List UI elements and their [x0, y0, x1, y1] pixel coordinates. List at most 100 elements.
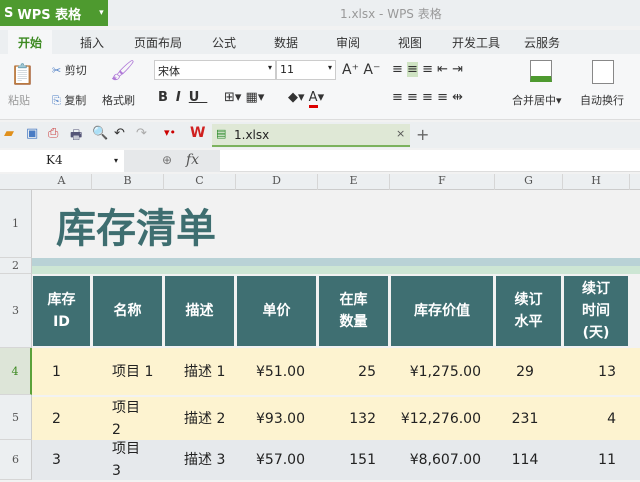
tab-0[interactable]: 开始	[8, 30, 53, 54]
column-header-D[interactable]: D	[236, 174, 318, 190]
table-cell[interactable]: 2	[52, 397, 92, 440]
chevron-down-icon: ▾	[99, 8, 104, 18]
merge-center-button[interactable]: 合并居中▾	[512, 92, 562, 108]
format-painter-button[interactable]: 格式刷	[102, 92, 135, 108]
table-cell[interactable]: ¥12,276.00	[396, 397, 481, 440]
wps-w-icon[interactable]: W	[190, 125, 205, 141]
column-headers: ABCDEFGH	[0, 174, 640, 190]
table-cell[interactable]: ¥1,275.00	[396, 348, 481, 395]
customize-icon[interactable]: ▾•	[164, 126, 176, 139]
copy-button[interactable]: ⎘ 复制	[52, 92, 86, 108]
print-icon[interactable]: 🖶	[70, 126, 82, 148]
table-cell[interactable]: 4	[569, 397, 616, 440]
row-header-3[interactable]: 3	[0, 274, 32, 348]
tab-1[interactable]: 插入	[80, 34, 104, 51]
open-icon[interactable]: ▰	[4, 126, 14, 141]
tab-3[interactable]: 公式	[212, 34, 236, 51]
row-header-1[interactable]: 1	[0, 190, 32, 258]
column-header-H[interactable]: H	[563, 174, 630, 190]
decor-band	[32, 258, 640, 266]
table-cell[interactable]: ¥8,607.00	[396, 440, 481, 480]
app-menu-button[interactable]: S WPS 表格 ▾	[0, 0, 108, 26]
table-header-cell[interactable]: 库存价值	[391, 276, 493, 346]
redo-icon[interactable]: ↷	[136, 126, 147, 141]
row-header-5[interactable]: 5	[0, 395, 32, 440]
table-cell[interactable]: 3	[52, 440, 92, 480]
table-cell[interactable]: 描述 2	[184, 397, 236, 440]
table-header-cell[interactable]: 库存 ID	[33, 276, 90, 346]
file-tab[interactable]: ▤ 1.xlsx ×	[212, 124, 410, 147]
table-cell[interactable]: 231	[501, 397, 549, 440]
column-header-E[interactable]: E	[318, 174, 390, 190]
name-box[interactable]: K4 ▾	[0, 150, 124, 172]
bold-italic-underline-buttons[interactable]: BIU	[158, 90, 207, 105]
column-header-B[interactable]: B	[92, 174, 164, 190]
fx-button[interactable]: fx	[186, 152, 199, 168]
tab-5[interactable]: 审阅	[336, 34, 360, 51]
table-cell[interactable]: 29	[501, 348, 549, 395]
table-cell[interactable]: 151	[324, 440, 376, 480]
tab-4[interactable]: 数据	[274, 34, 298, 51]
table-cell[interactable]: 描述 1	[184, 348, 236, 395]
table-cell[interactable]: 13	[569, 348, 616, 395]
table-cell[interactable]: ¥93.00	[256, 397, 318, 440]
decor-band	[32, 266, 640, 274]
table-cell[interactable]: 项目 3	[112, 440, 164, 480]
copy-icon: ⎘	[52, 94, 61, 107]
table-cell[interactable]: 1	[52, 348, 92, 395]
tab-8[interactable]: 云服务	[524, 34, 560, 51]
table-cell[interactable]: 描述 3	[184, 440, 236, 480]
table-cell[interactable]: ¥51.00	[256, 348, 318, 395]
table-row: 2 项目 2 描述 2 ¥93.00 132 ¥12,276.00 231 4	[32, 397, 640, 440]
table-row: 3 项目 3 描述 3 ¥57.00 151 ¥8,607.00 114 11	[32, 440, 640, 480]
new-tab-icon[interactable]: +	[416, 125, 429, 144]
table-cell[interactable]: 11	[569, 440, 616, 480]
column-header-A[interactable]: A	[32, 174, 92, 190]
table-cell[interactable]: 项目 1	[112, 348, 164, 395]
table-row: 1 项目 1 描述 1 ¥51.00 25 ¥1,275.00 29 13	[32, 348, 640, 395]
export-pdf-icon[interactable]: ⎙	[48, 126, 58, 141]
search-function-icon[interactable]: ⊕	[162, 153, 172, 167]
table-cell[interactable]: 项目 2	[112, 397, 164, 440]
save-icon[interactable]: ▣	[26, 126, 38, 141]
font-size-select[interactable]: 11 ▾	[276, 60, 336, 80]
scissors-icon: ✂	[52, 64, 62, 77]
paste-button[interactable]: 粘贴	[8, 92, 30, 108]
grow-font-icon[interactable]: A⁺ A⁻	[342, 62, 380, 78]
print-preview-icon[interactable]: 🔍	[92, 126, 108, 141]
tab-7[interactable]: 开发工具	[452, 34, 500, 51]
align-horizontal-icons[interactable]: ≡ ≡ ≡ ≡ ⇹	[392, 90, 463, 105]
row-header-6[interactable]: 6	[0, 440, 32, 480]
paste-icon[interactable]: 📋	[10, 62, 35, 86]
column-header-C[interactable]: C	[164, 174, 236, 190]
table-header-cell[interactable]: 名称	[93, 276, 162, 346]
table-cell[interactable]: ¥57.00	[256, 440, 318, 480]
table-header-cell[interactable]: 在库 数量	[319, 276, 388, 346]
table-header-cell[interactable]: 单价	[237, 276, 316, 346]
undo-icon[interactable]: ↶	[114, 126, 125, 141]
align-vertical-icons[interactable]: ≡ ≡ ≡ ⇤ ⇥	[392, 62, 463, 77]
brush-icon: 🖌	[110, 58, 136, 82]
tab-6[interactable]: 视图	[398, 34, 422, 51]
table-cell[interactable]: 114	[501, 440, 549, 480]
formula-tools: ⊕ fx	[124, 150, 220, 172]
wrap-text-button[interactable]: 自动换行	[580, 92, 624, 108]
merge-icon	[530, 60, 552, 82]
table-header-cell[interactable]: 描述	[165, 276, 234, 346]
cut-button[interactable]: ✂ 剪切	[52, 62, 87, 78]
fill-color-icon[interactable]: ◆▾ A▾	[288, 90, 324, 108]
sheet-title[interactable]: 库存清单	[56, 196, 216, 254]
excel-file-icon: ▤	[216, 127, 227, 140]
column-header-G[interactable]: G	[495, 174, 563, 190]
border-icon[interactable]: ⊞▾ ▦▾	[224, 90, 264, 105]
table-cell[interactable]: 132	[324, 397, 376, 440]
row-header-4[interactable]: 4	[0, 348, 32, 395]
column-header-F[interactable]: F	[390, 174, 495, 190]
table-header-cell[interactable]: 续订 水平	[496, 276, 561, 346]
row-header-2[interactable]: 2	[0, 258, 32, 274]
font-select[interactable]: 宋体 ▾	[154, 60, 276, 80]
table-cell[interactable]: 25	[324, 348, 376, 395]
tab-2[interactable]: 页面布局	[134, 34, 182, 51]
table-header-cell[interactable]: 续订 时间 (天)	[564, 276, 628, 346]
close-tab-icon[interactable]: ×	[396, 127, 405, 140]
